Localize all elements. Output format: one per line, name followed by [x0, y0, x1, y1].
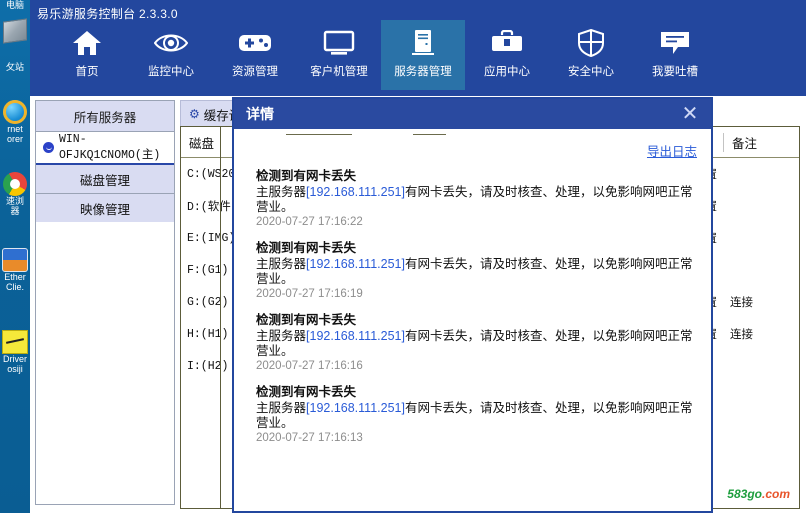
desktop-icon-label: 速浏 器	[5, 196, 24, 216]
log-entry: 检测到有网卡丢失 主服务器[192.168.111.251]有网卡丢失，请及时核…	[256, 309, 697, 372]
shield-icon	[578, 26, 604, 60]
log-message-pre: 主服务器	[256, 401, 307, 415]
internet-explorer-icon	[3, 100, 27, 124]
desktop-background: 电脑 攵站 rnet orer 速浏 器 Ether Clie. Driver …	[0, 0, 30, 513]
monitor-icon	[323, 26, 355, 60]
nav-item-monitor-center[interactable]: 监控中心	[129, 20, 213, 90]
desktop-icon-driver-tool[interactable]: Driver osiji	[0, 330, 30, 374]
nav-label: 客户机管理	[310, 66, 368, 78]
comment-icon	[659, 26, 691, 60]
nav-label: 服务器管理	[394, 66, 452, 78]
nav-label: 资源管理	[232, 66, 278, 78]
log-message-pre: 主服务器	[256, 185, 307, 199]
nav-item-server-management[interactable]: 服务器管理	[381, 20, 465, 90]
nav-label: 我要吐槽	[652, 66, 698, 78]
desktop-icon-chrome[interactable]: 速浏 器	[0, 172, 30, 216]
log-timestamp: 2020-07-27 17:16:13	[256, 432, 363, 444]
gear-icon: ⚙	[189, 107, 200, 121]
eye-icon	[154, 26, 188, 60]
log-message-pre: 主服务器	[256, 329, 307, 343]
tree-item-label: WIN-OFJKQ1CNOMO(主)	[59, 133, 161, 162]
nav-item-security-center[interactable]: 安全中心	[549, 20, 633, 90]
dialog-title: 详情	[246, 106, 274, 122]
nav-item-home[interactable]: 首页	[45, 20, 129, 90]
driver-icon	[2, 330, 28, 354]
ethernet-icon	[2, 248, 28, 272]
desktop-icon-label: Driver osiji	[3, 354, 27, 374]
dialog-title-bar: 详情 ✕	[234, 99, 711, 129]
export-log-link[interactable]: 导出日志	[647, 141, 697, 160]
log-message: 主服务器[192.168.111.251]有网卡丢失，请及时核查、处理，以免影响…	[256, 401, 697, 431]
details-dialog: 详情 ✕ 导出日志 检测到有网卡丢失 主服务器[192.168.111.251]…	[232, 97, 713, 513]
main-navigation: 首页 监控中心 资源管理 客户机管理 服务器管理 应用中心 安全中心 我要吐槽	[45, 20, 717, 90]
log-ip: [192.168.111.251]	[306, 401, 405, 415]
desktop-icon-network-site[interactable]: 攵站	[0, 62, 30, 72]
watermark-green: 583go	[727, 487, 762, 501]
tree-item-server[interactable]: WIN-OFJKQ1CNOMO(主)	[36, 132, 174, 163]
nav-item-resource-management[interactable]: 资源管理	[213, 20, 297, 90]
log-ip: [192.168.111.251]	[306, 329, 405, 343]
log-entry: 检测到有网卡丢失 主服务器[192.168.111.251]有网卡丢失，请及时核…	[256, 381, 697, 444]
log-title: 检测到有网卡丢失	[256, 385, 357, 399]
log-timestamp: 2020-07-27 17:16:22	[256, 216, 363, 228]
log-title: 检测到有网卡丢失	[256, 169, 357, 183]
desktop-icon-label: Ether Clie.	[4, 272, 26, 292]
nav-label: 监控中心	[148, 66, 194, 78]
watermark-orange: .com	[761, 487, 790, 501]
toolbox-icon	[491, 26, 523, 60]
watermark: 583go.com	[727, 487, 790, 501]
table-column-divider	[220, 126, 221, 509]
gamepad-icon	[238, 26, 272, 60]
sidebar-item-label: 磁盘管理	[79, 173, 130, 188]
cell-note: 连接	[730, 329, 753, 341]
server-tree-panel: 所有服务器 WIN-OFJKQ1CNOMO(主) 磁盘管理 映像管理	[35, 100, 175, 505]
desktop-icon-my-computer[interactable]: 电脑	[0, 0, 30, 44]
close-icon[interactable]: ✕	[679, 103, 701, 125]
nav-item-client-management[interactable]: 客户机管理	[297, 20, 381, 90]
screen: 电脑 攵站 rnet orer 速浏 器 Ether Clie. Driver …	[0, 0, 806, 513]
log-message: 主服务器[192.168.111.251]有网卡丢失，请及时核查、处理，以免影响…	[256, 257, 697, 287]
nav-item-feedback[interactable]: 我要吐槽	[633, 20, 717, 90]
hidden-underline-artifacts	[246, 131, 666, 137]
home-icon	[72, 26, 102, 60]
log-list: 检测到有网卡丢失 主服务器[192.168.111.251]有网卡丢失，请及时核…	[256, 165, 697, 453]
log-ip: [192.168.111.251]	[306, 185, 405, 199]
sidebar-item-image-management[interactable]: 映像管理	[36, 193, 174, 222]
sidebar-item-label: 映像管理	[79, 202, 130, 217]
column-header-note: 备注	[723, 132, 799, 152]
nav-label: 安全中心	[568, 66, 614, 78]
cell-note: 连接	[730, 297, 753, 309]
server-icon	[409, 26, 437, 60]
log-entry: 检测到有网卡丢失 主服务器[192.168.111.251]有网卡丢失，请及时核…	[256, 237, 697, 300]
log-title: 检测到有网卡丢失	[256, 241, 357, 255]
log-message: 主服务器[192.168.111.251]有网卡丢失，请及时核查、处理，以免影响…	[256, 329, 697, 359]
log-title: 检测到有网卡丢失	[256, 313, 357, 327]
log-ip: [192.168.111.251]	[306, 257, 405, 271]
desktop-icon-label: 攵站	[5, 62, 24, 72]
nav-label: 应用中心	[484, 66, 530, 78]
log-timestamp: 2020-07-27 17:16:16	[256, 360, 363, 372]
log-entry: 检测到有网卡丢失 主服务器[192.168.111.251]有网卡丢失，请及时核…	[256, 165, 697, 228]
log-timestamp: 2020-07-27 17:16:19	[256, 288, 363, 300]
desktop-icon-label: 电脑	[5, 0, 24, 10]
nav-label: 首页	[75, 66, 99, 78]
sidebar-item-disk-management[interactable]: 磁盘管理	[36, 163, 174, 193]
chrome-icon	[3, 172, 27, 196]
desktop-icon-label: rnet orer	[6, 124, 23, 144]
log-message: 主服务器[192.168.111.251]有网卡丢失，请及时核查、处理，以免影响…	[256, 185, 697, 215]
server-status-icon	[43, 142, 54, 153]
log-message-pre: 主服务器	[256, 257, 307, 271]
nav-item-application-center[interactable]: 应用中心	[465, 20, 549, 90]
dialog-body: 导出日志 检测到有网卡丢失 主服务器[192.168.111.251]有网卡丢失…	[234, 129, 711, 511]
desktop-icon-ethernet-client[interactable]: Ether Clie.	[0, 248, 30, 292]
my-computer-icon	[3, 18, 27, 44]
desktop-icon-internet-explorer[interactable]: rnet orer	[0, 100, 30, 144]
app-header: 易乐游服务控制台 2.3.3.0 首页 监控中心 资源管理 客户机管理 服务器管…	[30, 0, 806, 96]
tree-header: 所有服务器	[36, 101, 174, 132]
